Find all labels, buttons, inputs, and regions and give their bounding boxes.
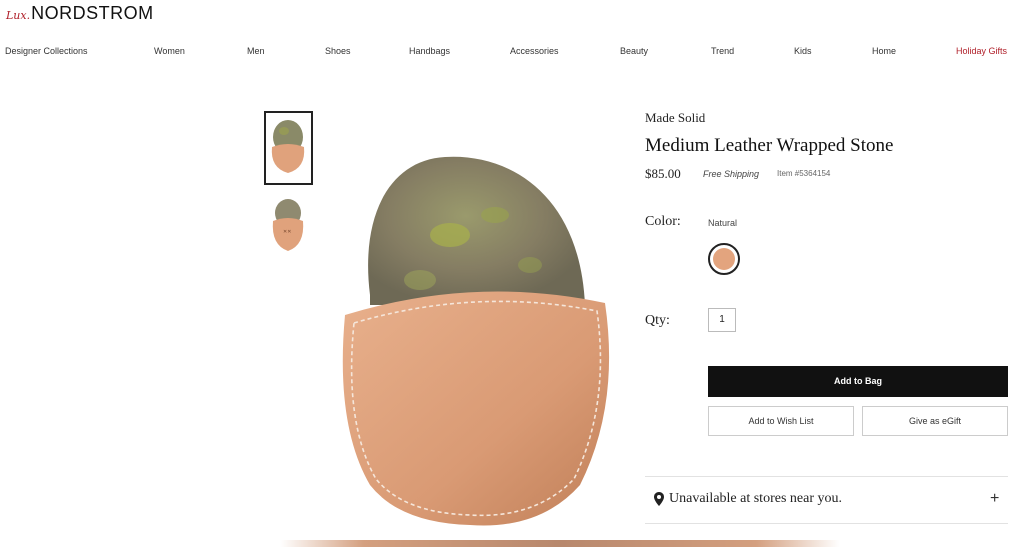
- nav-accessories[interactable]: Accessories: [510, 46, 559, 56]
- main-nav: Designer Collections Women Men Shoes Han…: [0, 46, 1021, 60]
- availability-text: Unavailable at stores near you.: [669, 491, 842, 506]
- nav-men[interactable]: Men: [247, 46, 265, 56]
- nav-kids[interactable]: Kids: [794, 46, 812, 56]
- thumbnail-1[interactable]: [264, 111, 313, 185]
- color-label: Color:: [645, 214, 681, 229]
- divider-bottom: [645, 523, 1008, 524]
- map-pin-icon: [654, 492, 664, 506]
- nav-women[interactable]: Women: [154, 46, 185, 56]
- nav-trend[interactable]: Trend: [711, 46, 734, 56]
- next-image-peek: [280, 540, 840, 547]
- logo-word: NORDSTROM: [31, 3, 154, 23]
- add-to-wishlist-button[interactable]: Add to Wish List: [708, 406, 854, 436]
- product-main-image: [330, 105, 630, 545]
- nav-handbags[interactable]: Handbags: [409, 46, 450, 56]
- plus-icon[interactable]: +: [990, 490, 999, 508]
- color-value: Natural: [708, 218, 738, 228]
- divider-top: [645, 476, 1008, 477]
- color-swatch-natural[interactable]: [708, 243, 740, 275]
- thumbnail-1-image: [271, 120, 305, 173]
- thumbnail-2[interactable]: ✕✕: [264, 194, 313, 260]
- free-shipping-label[interactable]: Free Shipping: [703, 169, 759, 179]
- nav-home[interactable]: Home: [872, 46, 896, 56]
- svg-text:✕✕: ✕✕: [283, 229, 291, 235]
- nav-designer-collections[interactable]: Designer Collections: [5, 46, 88, 56]
- nav-holiday-gifts[interactable]: Holiday Gifts: [956, 46, 1007, 56]
- store-availability[interactable]: Unavailable at stores near you.: [654, 491, 842, 507]
- logo-script: Lux.: [6, 9, 31, 22]
- nav-shoes[interactable]: Shoes: [325, 46, 351, 56]
- qty-label: Qty:: [645, 313, 670, 328]
- product-price: $85.00: [645, 166, 681, 181]
- swatch-fill: [713, 248, 735, 270]
- give-egift-button[interactable]: Give as eGift: [862, 406, 1008, 436]
- thumbnail-2-image: ✕✕: [272, 199, 304, 251]
- nordstrom-logo[interactable]: Lux. NORDSTROM: [6, 3, 154, 24]
- quantity-input[interactable]: 1: [708, 308, 736, 332]
- product-title: Medium Leather Wrapped Stone: [645, 135, 894, 156]
- item-number: Item #5364154: [777, 169, 831, 178]
- nav-beauty[interactable]: Beauty: [620, 46, 648, 56]
- add-to-bag-button[interactable]: Add to Bag: [708, 366, 1008, 397]
- product-brand[interactable]: Made Solid: [645, 110, 705, 126]
